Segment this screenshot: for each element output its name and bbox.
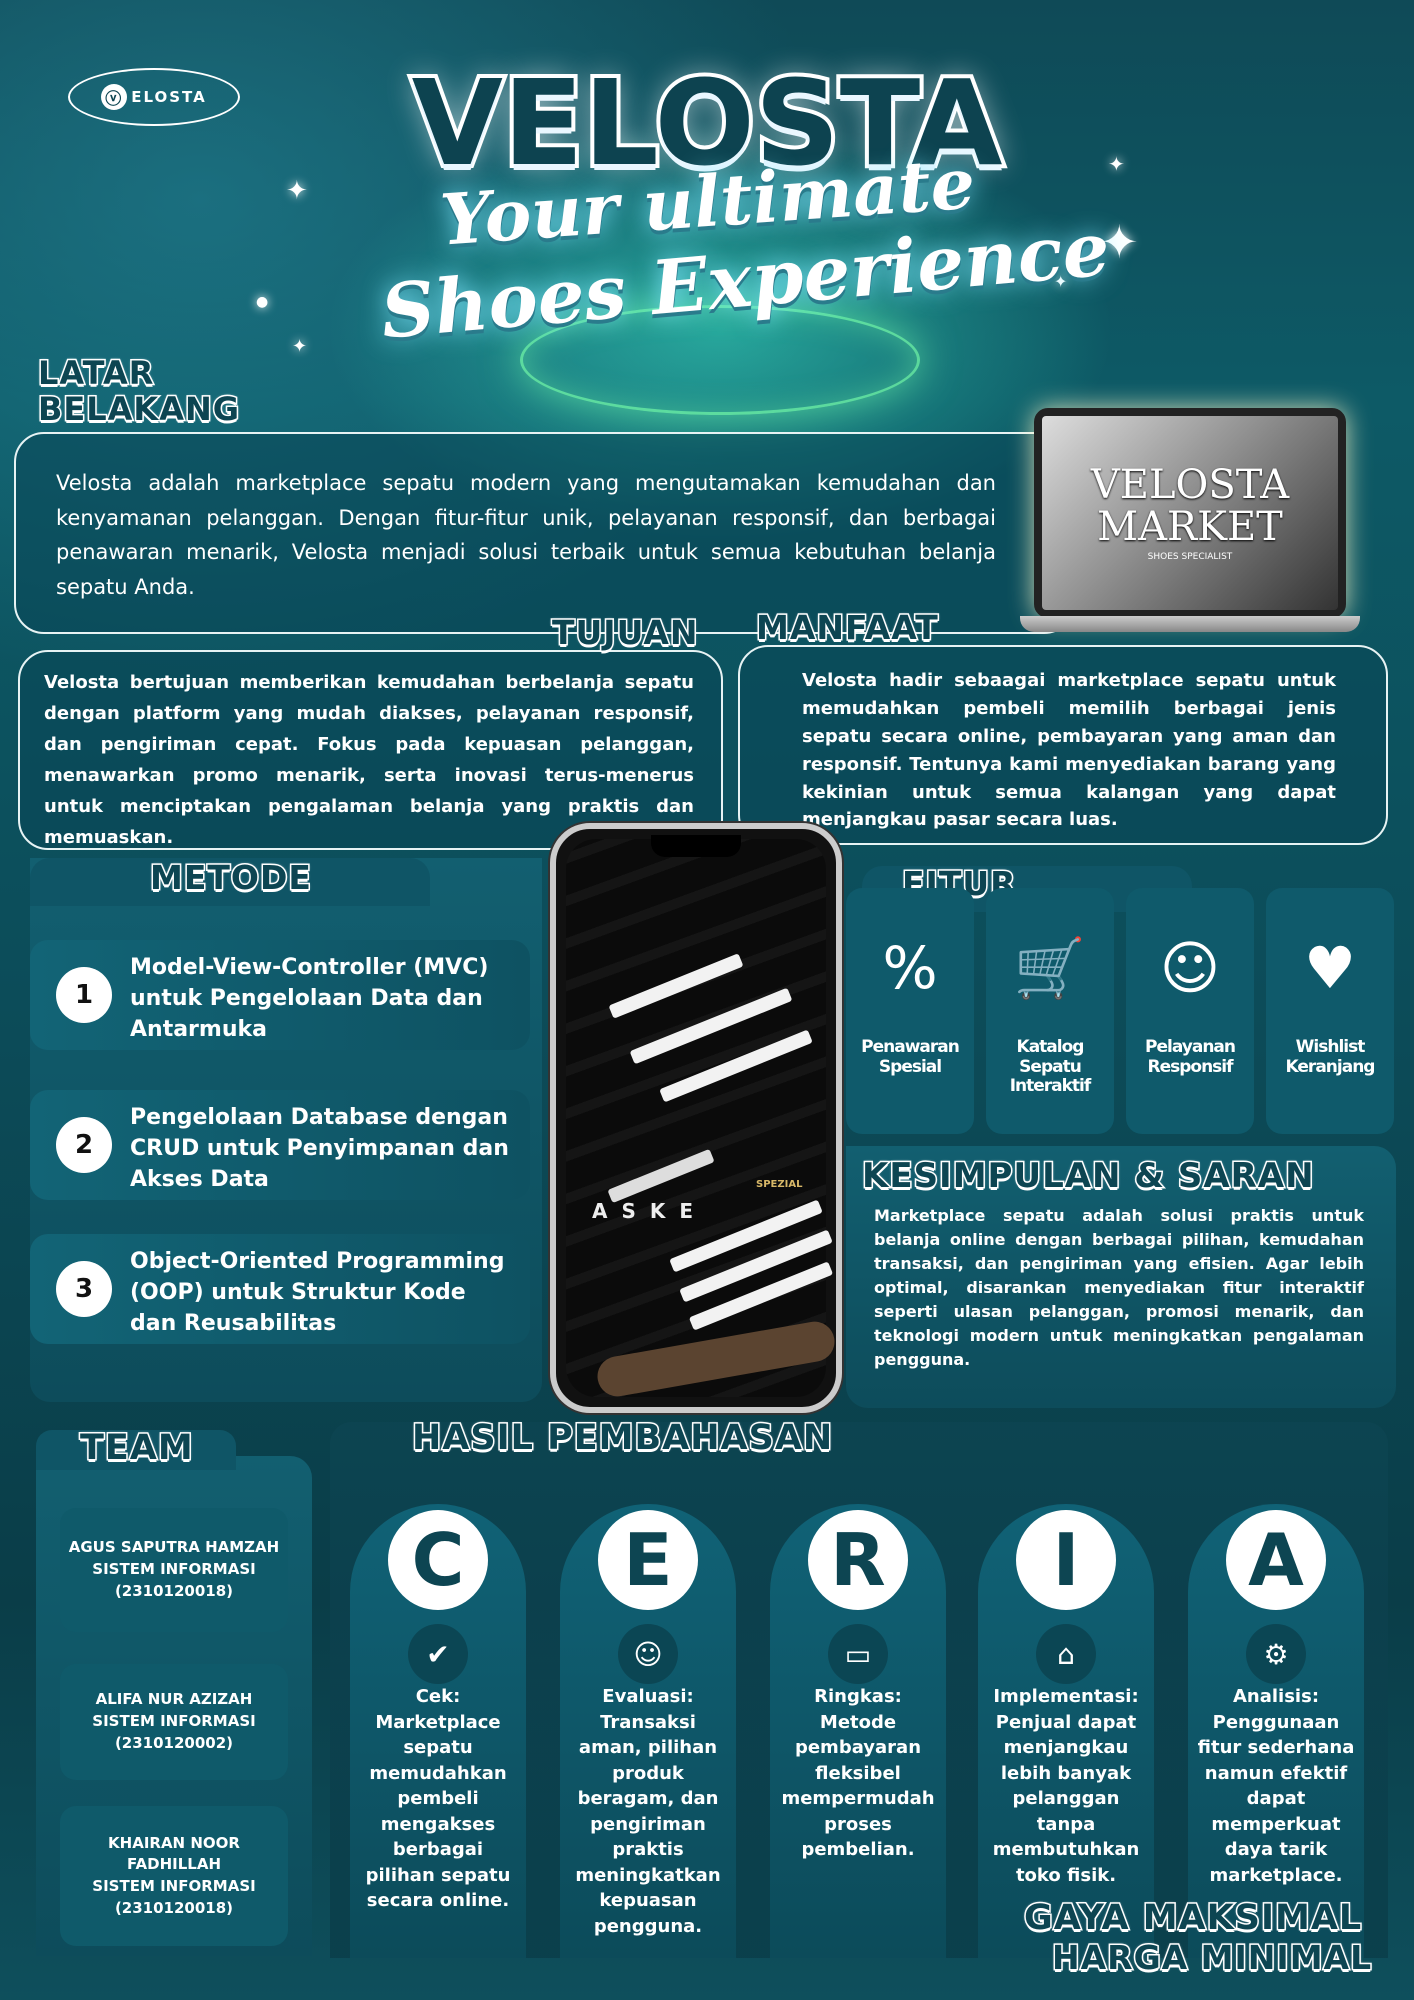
laptop-screen-subtitle: SHOES SPECIALIST	[1147, 552, 1233, 562]
fitur-label: Katalog Sepatu Interaktif	[1009, 1037, 1092, 1097]
member-prodi: SISTEM INFORMASI	[92, 1877, 256, 1895]
hasil-letter: R	[808, 1510, 908, 1610]
wishlist-cart-icon: ♥	[1304, 934, 1356, 1002]
member-name: ALIFA NUR AZIZAH	[95, 1690, 253, 1709]
fitur-item-4: ♥ Wishlist Keranjang	[1266, 888, 1394, 1134]
laptop-base	[1020, 616, 1360, 632]
kesimpulan-text: Marketplace sepatu adalah solusi praktis…	[874, 1206, 1364, 1369]
manfaat-panel: Velosta hadir sebaagai marketplace sepat…	[738, 645, 1388, 845]
sparkle-icon: ✦	[292, 336, 308, 357]
shoe-brand: SPEZIAL	[756, 1179, 803, 1190]
fitur-item-1: % Penawaran Spesial	[846, 888, 974, 1134]
fitur-label: Penawaran Spesial	[861, 1037, 960, 1077]
phone-mockup: ASKE SPEZIAL	[550, 823, 842, 1413]
fitur-label: Pelayanan Responsif	[1145, 1037, 1236, 1077]
member-prodi: SISTEM INFORMASI	[92, 1560, 256, 1579]
shoe-text: ASKE	[592, 1199, 708, 1223]
manfaat-text: Velosta hadir sebaagai marketplace sepat…	[802, 670, 1336, 831]
fitur-label: Wishlist Keranjang	[1285, 1037, 1376, 1077]
sparkle-icon: ●	[256, 294, 269, 310]
metode-number: 3	[56, 1261, 112, 1317]
hasil-letter: C	[388, 1510, 488, 1610]
hasil-text: Implementasi: Penjual dapat menjangkau l…	[992, 1686, 1140, 1886]
team-member-1: AGUS SAPUTRA HAMZAH SISTEM INFORMASI (23…	[60, 1508, 288, 1632]
laptop-screen-title: VELOSTA MARKET	[1090, 462, 1290, 550]
shoe-photo: ASKE SPEZIAL	[566, 839, 836, 1400]
user-gear-icon: ⚙	[1246, 1624, 1306, 1684]
hasil-col-r: R ▭ Ringkas: Metode pembayaran fleksibel…	[770, 1504, 946, 1958]
metode-text: Object-Oriented Programming (OOP) untuk …	[130, 1249, 505, 1337]
metode-number: 2	[56, 1117, 112, 1173]
deal-tag-icon: %	[882, 934, 938, 1002]
hasil-col-i: I ⌂ Implementasi: Penjual dapat menjangk…	[978, 1504, 1154, 1958]
team-heading: TEAM	[79, 1427, 195, 1470]
slogan-line2: HARGA MINIMAL	[1050, 1937, 1373, 1979]
hasil-text: Ringkas: Metode pembayaran fleksibel mem…	[781, 1686, 935, 1861]
team-member-2: ALIFA NUR AZIZAH SISTEM INFORMASI (23101…	[60, 1664, 288, 1780]
kesimpulan-heading: KESIMPULAN & SARAN	[861, 1155, 1316, 1198]
manfaat-heading: MANFAAT	[755, 607, 940, 649]
store-icon: ⌂	[1036, 1624, 1096, 1684]
hasil-col-c: C ✔ Cek: Marketplace sepatu memudahkan p…	[350, 1504, 526, 1958]
payment-card-icon: ▭	[828, 1624, 888, 1684]
member-prodi: SISTEM INFORMASI	[92, 1712, 256, 1731]
laptop-mockup: VELOSTA MARKET SHOES SPECIALIST	[1020, 408, 1360, 638]
metode-item-3: 3 Object-Oriented Programming (OOP) untu…	[30, 1234, 530, 1344]
latar-text: Velosta adalah marketplace sepatu modern…	[56, 471, 996, 599]
metode-item-1: 1 Model-View-Controller (MVC) untuk Peng…	[30, 940, 530, 1050]
metode-heading: METODE	[149, 857, 313, 899]
tujuan-heading: TUJUAN	[551, 612, 700, 654]
metode-number: 1	[56, 967, 112, 1023]
hasil-letter: I	[1016, 1510, 1116, 1610]
hasil-text: Cek: Marketplace sepatu memudahkan pembe…	[365, 1686, 511, 1912]
tujuan-panel: Velosta bertujuan memberikan kemudahan b…	[18, 650, 723, 850]
check-icon: ✔	[408, 1624, 468, 1684]
phone-notch	[651, 835, 741, 857]
member-nim: (2310120002)	[114, 1733, 234, 1752]
latar-panel: Velosta adalah marketplace sepatu modern…	[14, 432, 1074, 634]
slogan-line1: GAYA MAKSIMAL	[1022, 1897, 1363, 1940]
metode-item-2: 2 Pengelolaan Database dengan CRUD untuk…	[30, 1090, 530, 1200]
hasil-letter: E	[598, 1510, 698, 1610]
member-nim: (2310120018)	[114, 1581, 234, 1600]
member-name: KHAIRAN NOOR FADHILLAH	[108, 1833, 240, 1874]
team-member-3: KHAIRAN NOOR FADHILLAH SISTEM INFORMASI …	[60, 1806, 288, 1946]
fitur-item-2: 🛒 Katalog Sepatu Interaktif	[986, 888, 1114, 1134]
hasil-heading: HASIL PEMBAHASAN	[410, 1417, 834, 1460]
hasil-text: Evaluasi: Transaksi aman, pilihan produk…	[575, 1686, 721, 1937]
hasil-text: Analisis: Penggunaan fitur sederhana nam…	[1197, 1686, 1355, 1886]
laptop-screen: VELOSTA MARKET SHOES SPECIALIST	[1034, 408, 1346, 618]
hasil-col-e: E ☺ Evaluasi: Transaksi aman, pilihan pr…	[560, 1504, 736, 1958]
member-nim: (2310120018)	[114, 1898, 234, 1917]
metode-text: Model-View-Controller (MVC) untuk Pengel…	[130, 955, 489, 1043]
fitur-item-3: ☺ Pelayanan Responsif	[1126, 888, 1254, 1134]
service-hand-icon: ☺	[1159, 934, 1221, 1002]
metode-text: Pengelolaan Database dengan CRUD untuk P…	[130, 1105, 509, 1193]
latar-heading-line1: LATAR	[36, 354, 155, 393]
hasil-letter: A	[1226, 1510, 1326, 1610]
member-name: AGUS SAPUTRA HAMZAH	[68, 1538, 280, 1557]
latar-heading: LATAR BELAKANG	[36, 354, 241, 429]
hasil-col-a: A ⚙ Analisis: Penggunaan fitur sederhana…	[1188, 1504, 1364, 1958]
latar-heading-line2: BELAKANG	[36, 389, 241, 429]
catalog-cart-icon: 🛒	[1013, 934, 1087, 1002]
customer-review-icon: ☺	[618, 1624, 678, 1684]
